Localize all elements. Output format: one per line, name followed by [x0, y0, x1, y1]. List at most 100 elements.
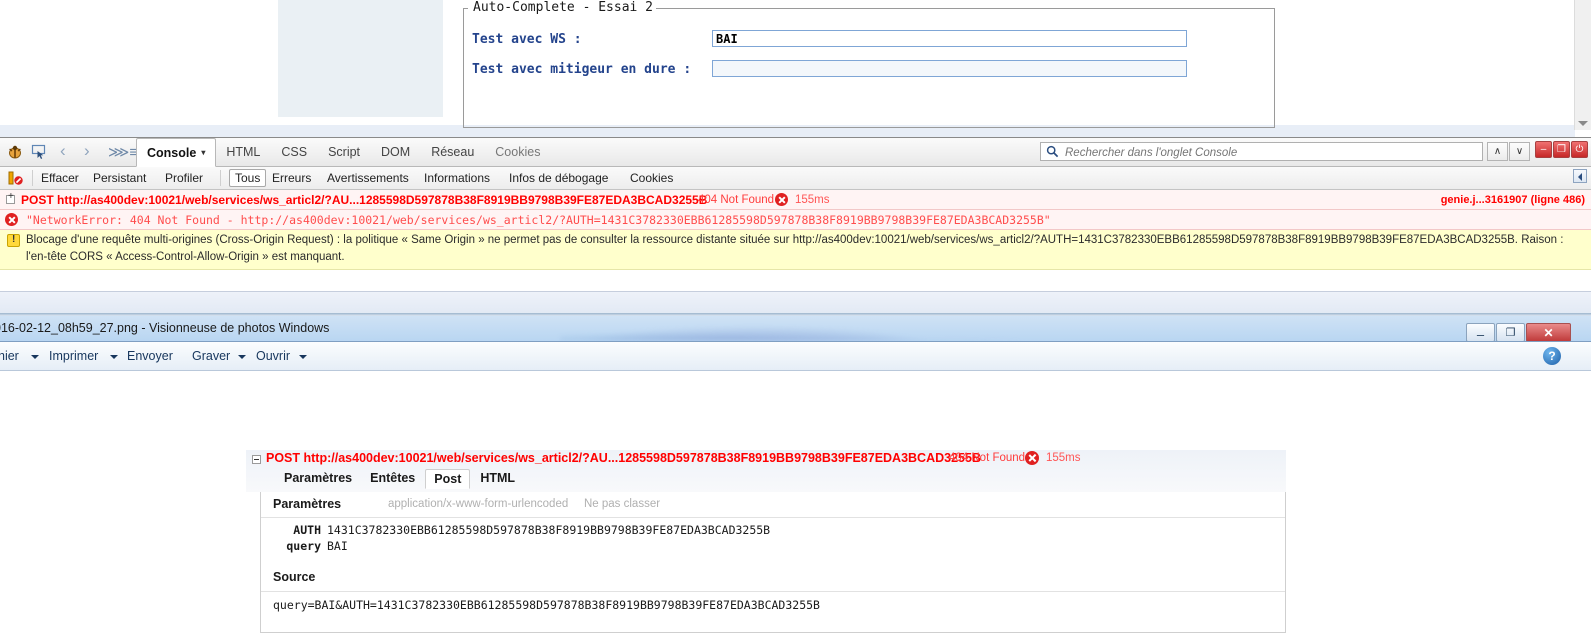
parametres-sort-label[interactable]: Ne pas classer	[584, 498, 660, 510]
minimize-icon: –	[1476, 327, 1485, 342]
tab-console[interactable]: Console ▾	[136, 138, 217, 167]
toolbar-separator-2	[220, 170, 221, 186]
field-input-mitigeur[interactable]	[712, 60, 1187, 77]
firebug-icon[interactable]	[6, 143, 24, 161]
chevron-down-icon-graver[interactable]	[238, 355, 246, 359]
console-row-cors-warning[interactable]: Blocage d'une requête multi-origines (Cr…	[0, 230, 1591, 270]
source-title: Source	[273, 570, 316, 584]
fieldset-border-left	[463, 8, 468, 9]
collapse-icon[interactable]	[252, 455, 261, 464]
source-section-value-row: query=BAI&AUTH=1431C3782330EBB61285598D5…	[261, 598, 1285, 616]
field-label-ws: Test avec WS :	[472, 32, 582, 47]
param-value-query: BAI	[327, 539, 348, 553]
error-icon	[775, 193, 788, 206]
panel-list-icon[interactable]: ⋙≡	[108, 143, 138, 161]
window-title: 016-02-12_08h59_27.png - Visionneuse de …	[0, 321, 330, 335]
chevron-down-icon-fichier[interactable]	[31, 355, 39, 359]
chevron-down-icon-ouvrir[interactable]	[299, 355, 307, 359]
firebug-restore-button[interactable]: ❐	[1553, 141, 1570, 158]
request-source-link[interactable]: genie.j...3161907 (ligne 486)	[1441, 194, 1585, 206]
chevron-left-icon	[1578, 173, 1582, 181]
help-icon: ?	[1548, 349, 1556, 363]
tab-script[interactable]: Script	[318, 138, 371, 166]
photo-viewer-title-bar[interactable]: 016-02-12_08h59_27.png - Visionneuse de …	[0, 316, 1591, 342]
scroll-down-icon[interactable]	[1578, 121, 1588, 126]
search-box[interactable]	[1040, 142, 1483, 162]
nav-forward-icon[interactable]: ›	[84, 141, 90, 161]
embedded-request-header[interactable]: POST http://as400dev:10021/web/services/…	[246, 450, 1286, 492]
tab-dom[interactable]: DOM	[371, 138, 421, 166]
embedded-request-title: POST http://as400dev:10021/web/services/…	[266, 451, 981, 465]
tab-cookies[interactable]: Cookies	[485, 138, 551, 166]
photo-viewer-minimize-button[interactable]: –	[1466, 323, 1495, 342]
photo-viewer-maximize-button[interactable]: ❐	[1496, 323, 1525, 341]
param-key-auth: AUTH	[293, 523, 321, 537]
fieldset-border-right	[649, 8, 1275, 9]
form-row-ws: Test avec WS :	[472, 30, 1272, 52]
firebug-toolbar: ‹ › ⋙≡ Console ▾ HTML CSS Script DOM Rés…	[0, 138, 1591, 167]
embedded-tab-html[interactable]: HTML	[472, 469, 523, 489]
screen: Auto-Complete - Essai 2 Test avec WS : T…	[0, 0, 1591, 633]
field-input-ws[interactable]	[712, 30, 1187, 47]
tab-css[interactable]: CSS	[271, 138, 318, 166]
menu-imprimer[interactable]: Imprimer	[49, 349, 98, 363]
field-label-mitigeur: Test avec mitigeur en dure :	[472, 62, 692, 77]
filter-avertissements[interactable]: Avertissements	[327, 170, 409, 186]
embedded-tab-parametres[interactable]: Paramètres	[276, 469, 360, 489]
param-row-auth: AUTH 1431C3782330EBB61285598D597878B38F8…	[261, 523, 1285, 539]
filter-erreurs[interactable]: Erreurs	[272, 170, 311, 186]
inspector-icon[interactable]	[30, 143, 48, 161]
firebug-tabbar: Console ▾ HTML CSS Script DOM Réseau Coo…	[136, 138, 551, 167]
embedded-request-status: 404 Not Found	[949, 452, 1026, 464]
menu-ouvrir[interactable]: Ouvrir	[256, 349, 290, 363]
filter-informations[interactable]: Informations	[424, 170, 490, 186]
cors-warning-message: Blocage d'une requête multi-origines (Cr…	[26, 234, 1564, 263]
error-icon	[5, 213, 18, 226]
filter-tous[interactable]: Tous	[229, 169, 267, 187]
menu-graver[interactable]: Graver	[192, 349, 230, 363]
nav-back-icon[interactable]: ‹	[60, 141, 66, 161]
fieldset-legend: Auto-Complete - Essai 2	[470, 0, 657, 15]
filter-cookies[interactable]: Cookies	[630, 170, 673, 186]
menu-fichier[interactable]: hier	[0, 349, 19, 363]
error-icon	[1025, 451, 1039, 465]
clear-console-icon[interactable]	[8, 170, 24, 186]
button-profiler[interactable]: Profiler	[165, 170, 203, 186]
photo-viewer-window: 016-02-12_08h59_27.png - Visionneuse de …	[0, 313, 1591, 633]
collapse-panel-button[interactable]	[1573, 169, 1587, 183]
photo-viewer-canvas: POST http://as400dev:10021/web/services/…	[0, 371, 1591, 633]
search-input[interactable]	[1063, 143, 1477, 162]
embedded-post-panel: Paramètres application/x-www-form-urlenc…	[260, 492, 1286, 633]
firebug-panel: ‹ › ⋙≡ Console ▾ HTML CSS Script DOM Rés…	[0, 137, 1591, 314]
firebug-close-button[interactable]: ⏻	[1571, 141, 1588, 158]
search-prev-button[interactable]: ∧	[1487, 142, 1508, 161]
source-section-header: Source	[261, 567, 1285, 592]
console-empty-area	[0, 270, 1591, 292]
chevron-down-icon-imprimer[interactable]	[110, 355, 118, 359]
request-time: 155ms	[795, 194, 830, 206]
maximize-icon: ❐	[1505, 327, 1516, 339]
firebug-minimize-button[interactable]: –	[1535, 141, 1552, 158]
menu-envoyer[interactable]: Envoyer	[127, 349, 173, 363]
photo-viewer-close-button[interactable]: ✕	[1526, 323, 1571, 341]
auto-complete-fieldset: Auto-Complete - Essai 2 Test avec WS : T…	[463, 0, 1275, 128]
filter-infos-debogage[interactable]: Infos de débogage	[509, 170, 608, 186]
help-button[interactable]: ?	[1543, 347, 1561, 365]
expand-icon[interactable]	[6, 192, 15, 204]
button-effacer[interactable]: Effacer	[41, 170, 79, 186]
parametres-section-header: Paramètres application/x-www-form-urlenc…	[261, 492, 1285, 518]
tab-html[interactable]: HTML	[216, 138, 271, 166]
form-row-mitigeur: Test avec mitigeur en dure :	[472, 60, 1272, 82]
tab-reseau[interactable]: Réseau	[421, 138, 485, 166]
search-icon	[1046, 145, 1059, 158]
search-next-button[interactable]: ∨	[1509, 142, 1530, 161]
param-row-query: query BAI	[261, 539, 1285, 555]
embedded-tab-entetes[interactable]: Entêtes	[362, 469, 423, 489]
console-command-line[interactable]	[0, 291, 1591, 314]
console-row-request[interactable]: POST http://as400dev:10021/web/services/…	[0, 190, 1591, 210]
page-vertical-scrollbar[interactable]	[1574, 0, 1591, 130]
console-row-network-error[interactable]: "NetworkError: 404 Not Found - http://as…	[0, 210, 1591, 244]
button-persistant[interactable]: Persistant	[93, 170, 146, 186]
chevron-down-icon[interactable]: ▾	[201, 148, 205, 157]
embedded-tab-post[interactable]: Post	[425, 469, 471, 489]
